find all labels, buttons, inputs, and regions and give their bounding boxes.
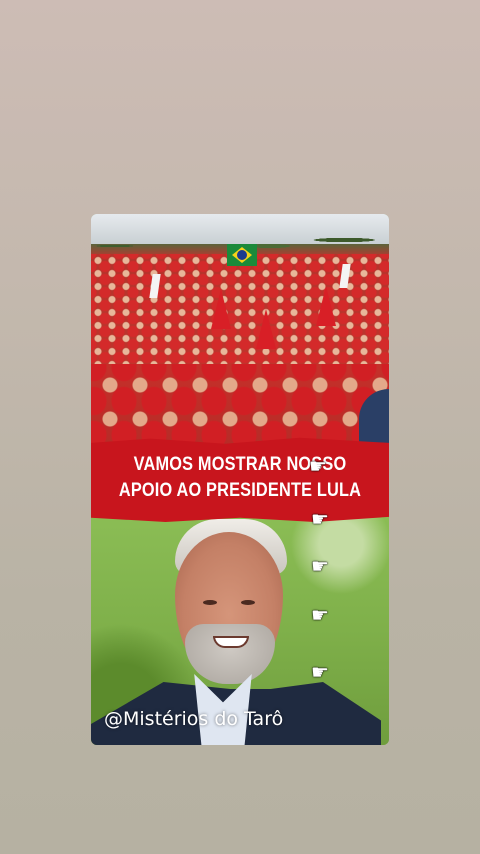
brazil-flag — [227, 244, 257, 266]
pointing-hand-icon: ☛ — [311, 554, 329, 578]
red-flag — [211, 289, 231, 329]
pointing-hand-icon: ☛ — [311, 660, 329, 684]
pointing-hand-icon: ☛ — [309, 454, 327, 478]
watermark-text: @Mistérios do Tarô — [104, 708, 284, 730]
crowd-front-row — [91, 364, 389, 449]
red-flag — [316, 286, 336, 326]
banner-line-2: APOIO AO PRESIDENTE LULA — [118, 480, 362, 501]
post-image[interactable]: VAMOS MOSTRAR NOSSO APOIO AO PRESIDENTE … — [91, 214, 389, 745]
pointing-hand-icon: ☛ — [311, 603, 329, 627]
red-flag — [256, 309, 276, 349]
pointing-hand-icon: ☛ — [311, 507, 329, 531]
crowd-photo — [91, 214, 389, 449]
